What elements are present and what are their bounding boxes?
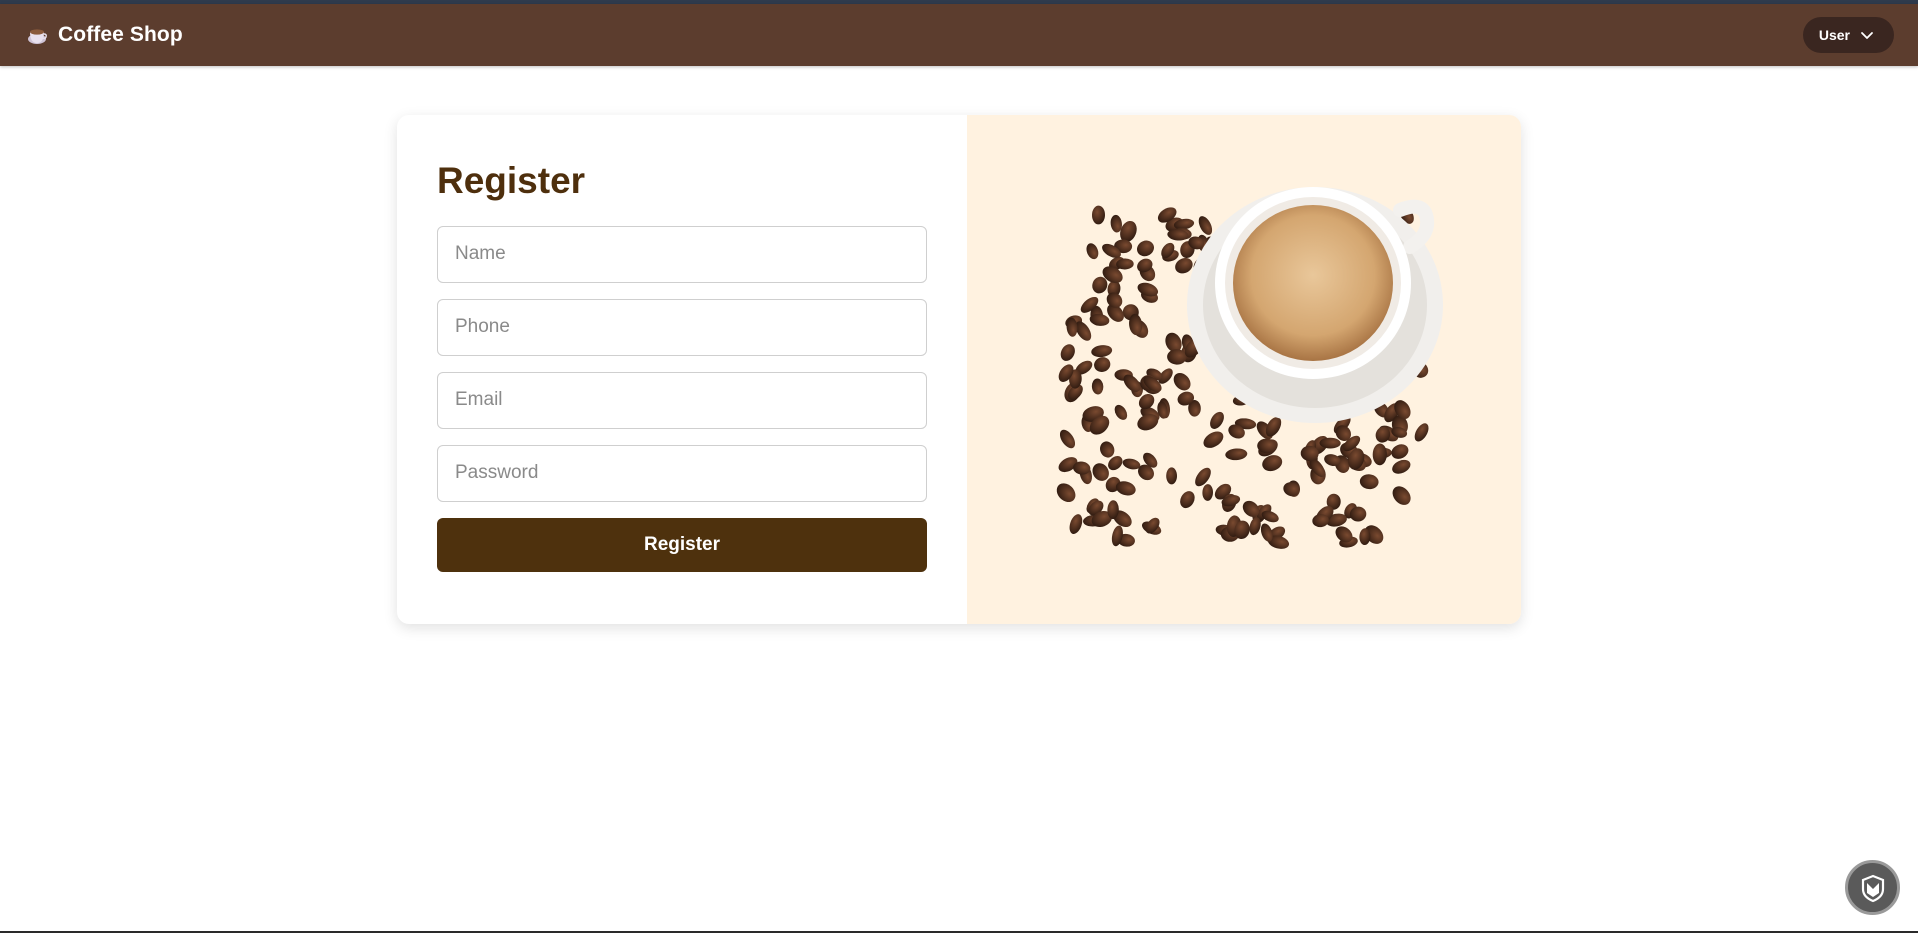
coffee-bean: [1166, 467, 1177, 485]
coffee-bean: [1392, 486, 1411, 505]
coffee-bean: [1392, 459, 1411, 474]
form-title: Register: [437, 160, 586, 201]
coffee-bean: [1283, 482, 1300, 497]
user-menu-button[interactable]: User: [1802, 17, 1894, 53]
register-button[interactable]: Register: [437, 517, 927, 572]
coffee-cup: [1187, 187, 1443, 423]
coffee-bean: [1100, 441, 1115, 458]
coffee-bean: [1094, 357, 1111, 372]
name-field[interactable]: [437, 225, 927, 283]
brand-link[interactable]: Coffee Shop: [26, 23, 183, 47]
coffee-bean: [1414, 423, 1429, 442]
coffee-bean: [1069, 514, 1083, 535]
coffee-bean: [1180, 491, 1195, 509]
navbar: Coffee Shop User: [0, 4, 1918, 66]
coffee-bean: [1173, 372, 1191, 391]
chevron-down-icon: [1861, 32, 1873, 39]
coffee-cup-with-beans-image: [1056, 187, 1443, 549]
shield-m-icon: [1861, 874, 1884, 902]
coffee-bean: [1137, 240, 1154, 257]
coffee-bean: [1086, 243, 1099, 260]
password-field[interactable]: [437, 444, 927, 502]
coffee-bean: [1372, 443, 1387, 466]
coffee-bean: [1225, 448, 1248, 461]
coffee-bean: [1391, 444, 1409, 459]
coffee-bean: [1091, 378, 1104, 395]
coffee-bean: [1198, 216, 1213, 235]
coffee-bean: [1060, 344, 1075, 361]
coffee-cup-icon: [26, 24, 48, 46]
register-form: Register Register: [397, 115, 967, 624]
coffee-bean: [1114, 404, 1128, 420]
email-field[interactable]: [437, 371, 927, 429]
coffee-bean: [1210, 411, 1224, 429]
floating-security-button[interactable]: [1845, 860, 1900, 915]
coffee-bean: [1056, 483, 1076, 503]
hero-image-pane: [967, 115, 1521, 624]
coffee-bean: [1091, 345, 1113, 358]
coffee-bean: [1091, 205, 1106, 225]
brand-name: Coffee Shop: [58, 23, 183, 46]
phone-field[interactable]: [437, 298, 927, 356]
coffee-bean: [1202, 484, 1214, 501]
user-menu-label: User: [1818, 27, 1850, 43]
register-card: Register Register: [397, 115, 1521, 624]
coffee-bean: [1059, 429, 1076, 449]
coffee-bean: [1359, 474, 1379, 490]
coffee-bean: [1203, 431, 1224, 448]
